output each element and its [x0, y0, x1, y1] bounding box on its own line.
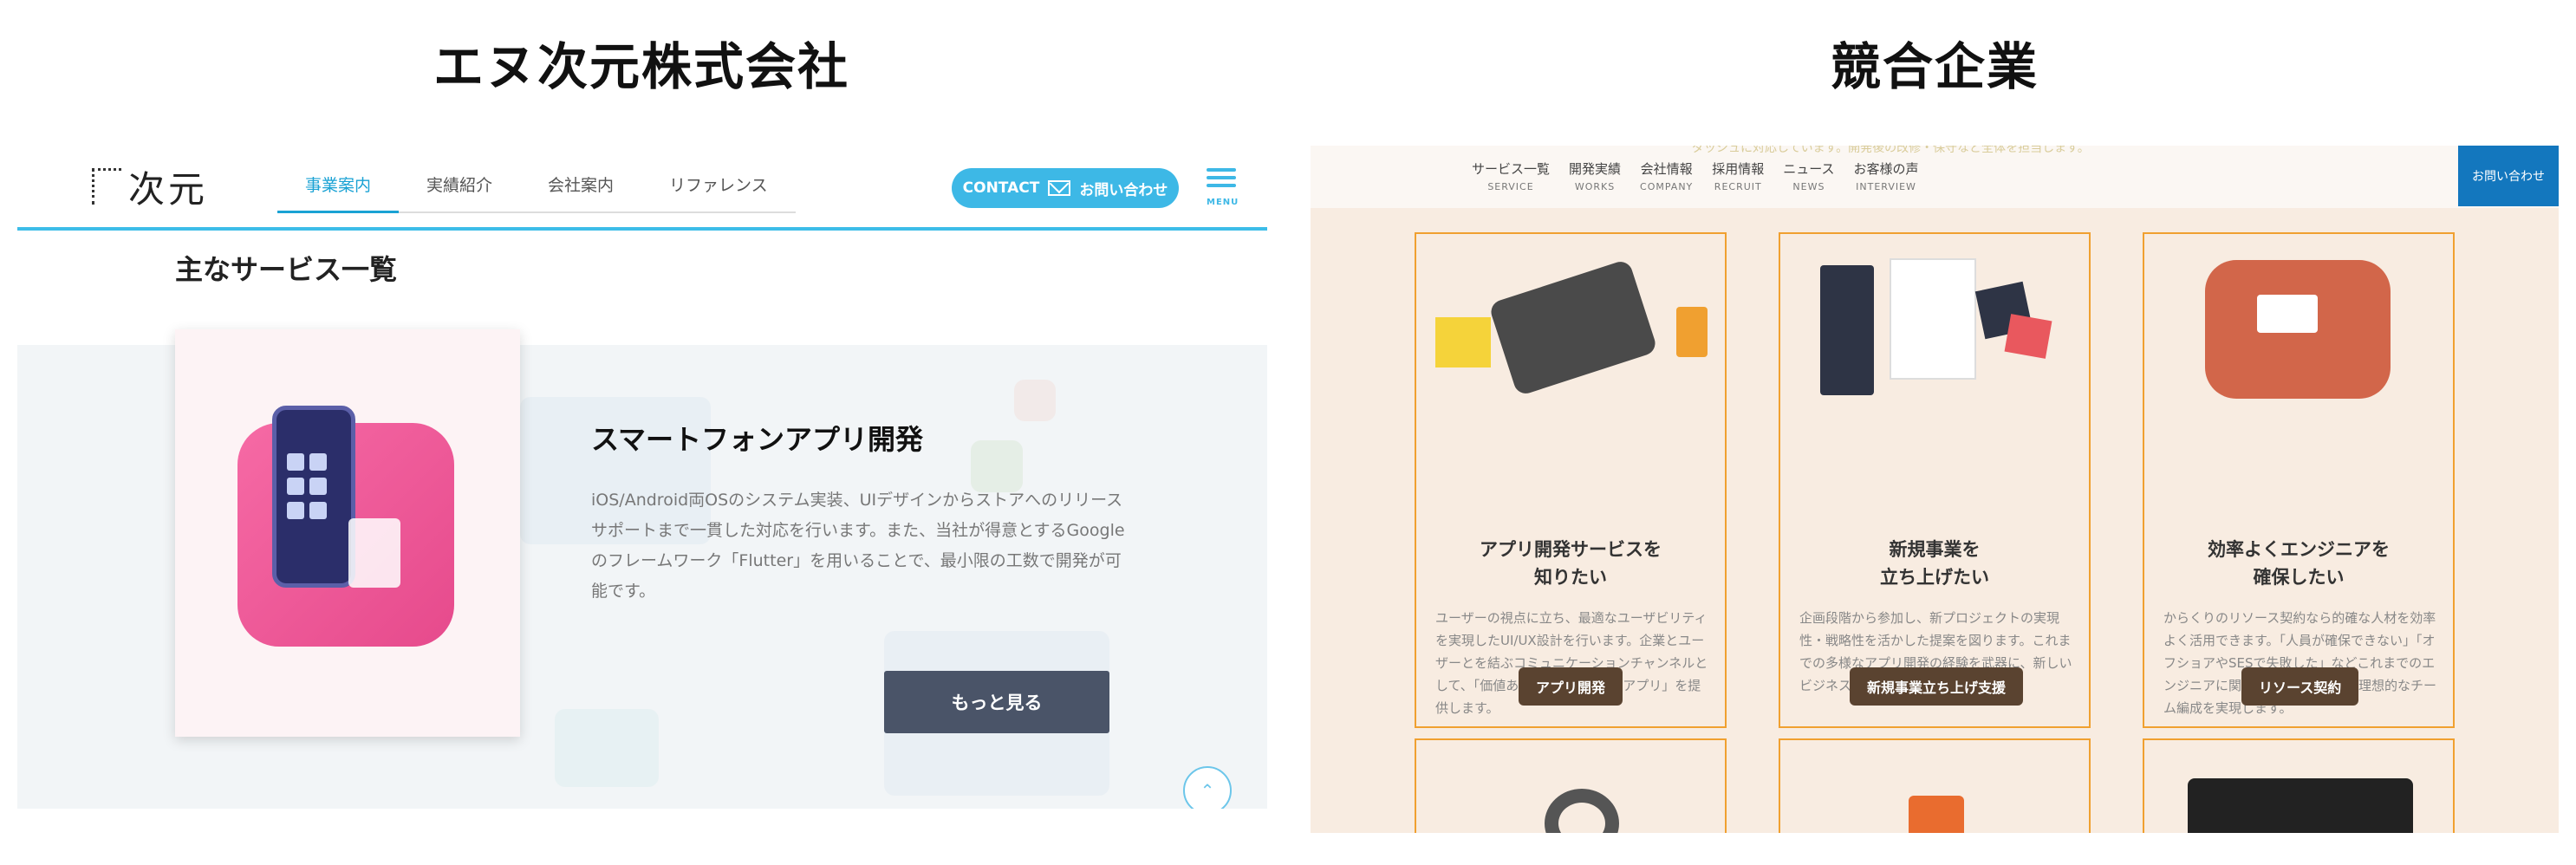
contact-button[interactable]: CONTACT お問い合わせ — [952, 168, 1179, 208]
nav-news[interactable]: ニュース NEWS — [1783, 159, 1834, 192]
left-nav: 事業案内 実績紹介 会社案内 リファレンス — [277, 175, 796, 213]
service-card-partial — [2143, 738, 2455, 833]
nav-recruit[interactable]: 採用情報 RECRUIT — [1712, 159, 1764, 192]
report-document-icon — [1890, 258, 1976, 380]
logo-mark-icon — [92, 168, 121, 205]
nav-service[interactable]: サービス一覧 SERVICE — [1472, 159, 1550, 192]
section-title: 主なサービス一覧 — [175, 253, 398, 286]
menu-label: MENU — [1207, 198, 1239, 207]
service-description: iOS/Android両OSのシステム実装、UIデザインからストアへのリリースサ… — [591, 491, 1125, 601]
service-card-new-business: 新規事業を 立ち上げたい 企画段階から参加し、新プロジェクトの実現性・戦略性を活… — [1779, 232, 2091, 728]
service-card-app: アプリ開発サービスを 知りたい ユーザーの視点に立ち、最適なユーザビリティを実現… — [1415, 232, 1727, 728]
right-contact-button[interactable]: お問い合わせ — [2458, 146, 2559, 206]
nav-reference[interactable]: リファレンス — [641, 175, 796, 213]
logo[interactable]: 次元 — [92, 165, 208, 211]
notebook-icon — [1820, 265, 1874, 395]
mail-icon — [1048, 180, 1071, 196]
gear-icon — [1545, 789, 1619, 833]
nav-works[interactable]: 実績紹介 — [399, 175, 521, 213]
right-site-screenshot: ダッシュに対応しています。開発後の改修・保守など全体を担当します。 サービス一覧… — [1311, 146, 2559, 833]
left-site-screenshot: 次元 事業案内 実績紹介 会社案内 リファレンス CONTACT お問い合わせ … — [17, 146, 1267, 809]
service-card-partial — [1779, 738, 2091, 833]
monitor-icon — [2188, 778, 2413, 833]
left-header: 次元 事業案内 実績紹介 会社案内 リファレンス CONTACT お問い合わせ … — [17, 146, 1267, 231]
nav-business[interactable]: 事業案内 — [277, 175, 400, 213]
phone-icon — [1909, 796, 1964, 833]
service-card-partial — [1415, 738, 1727, 833]
smartphone-icon — [1676, 307, 1708, 357]
card-button[interactable]: 新規事業立ち上げ支援 — [1850, 667, 2024, 706]
competitor-heading: 競合企業 — [1830, 37, 2039, 96]
nav-interview[interactable]: お客様の声 INTERVIEW — [1854, 159, 1919, 192]
contact-label-en: CONTACT — [962, 179, 1040, 197]
person-figure-icon — [348, 518, 400, 588]
service-image-card — [175, 329, 520, 737]
nav-company[interactable]: 会社情報 COMPANY — [1640, 159, 1693, 192]
logo-text: 次元 — [128, 167, 209, 211]
sticky-note-icon — [1435, 317, 1491, 367]
chevron-up-icon: ⌃ — [1200, 780, 1215, 801]
company-heading: エヌ次元株式会社 — [433, 37, 849, 96]
nav-works[interactable]: 開発実績 WORKS — [1569, 159, 1621, 192]
header-overflow-text: ダッシュに対応しています。開発後の改修・保守など全体を担当します。 — [1692, 146, 2090, 155]
menu-button[interactable]: MENU — [1207, 168, 1239, 210]
contact-label-jp: お問い合わせ — [1079, 181, 1168, 199]
scroll-top-button[interactable]: ⌃ — [1183, 766, 1232, 809]
service-title: スマートフォンアプリ開発 — [591, 423, 924, 456]
card-title: 効率よくエンジニアを 確保したい — [2208, 539, 2390, 588]
right-nav: サービス一覧 SERVICE 開発実績 WORKS 会社情報 COMPANY 採用情報… — [1472, 159, 1919, 192]
read-more-button[interactable]: もっと見る — [884, 671, 1109, 733]
card-button[interactable]: アプリ開発 — [1519, 667, 1623, 706]
tablet-illustration-icon — [1487, 258, 1659, 397]
card-icon — [2004, 314, 2052, 359]
laptop-icon — [2257, 295, 2318, 333]
card-button[interactable]: リソース契約 — [2241, 667, 2359, 706]
service-card-resource: 効率よくエンジニアを 確保したい からくりのリソース契約なら的確な人材を効率よく… — [2143, 232, 2455, 728]
hamburger-icon — [1207, 168, 1236, 172]
card-title: アプリ開発サービスを 知りたい — [1480, 539, 1662, 588]
nav-company[interactable]: 会社案内 — [520, 175, 642, 213]
right-header: ダッシュに対応しています。開発後の改修・保守など全体を担当します。 サービス一覧… — [1311, 146, 2559, 208]
phone-icon — [272, 406, 355, 588]
card-title: 新規事業を 立ち上げたい — [1880, 539, 1989, 588]
